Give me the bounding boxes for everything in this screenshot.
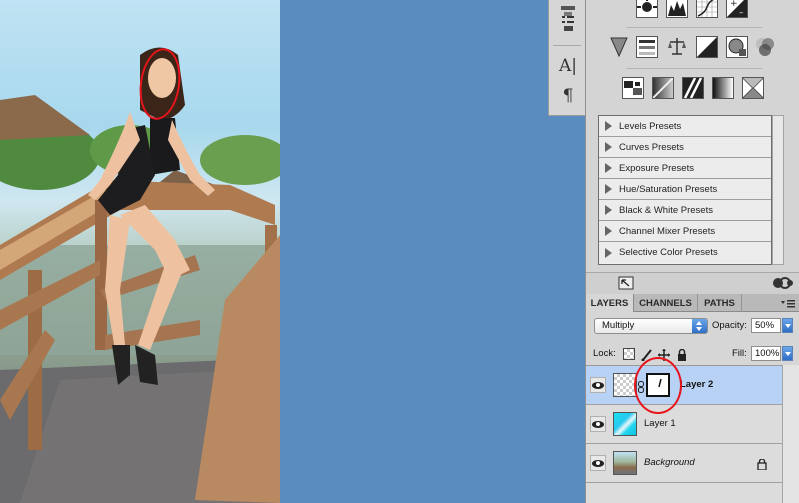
preset-hue-saturation[interactable]: Hue/Saturation Presets [599, 179, 771, 200]
layer-thumbnail[interactable] [613, 451, 637, 475]
vibrance-icon[interactable] [608, 36, 630, 58]
layer-row-layer-1[interactable]: Layer 1 [586, 405, 782, 444]
document-canvas[interactable] [0, 0, 280, 503]
preset-label: Black & White Presets [619, 204, 713, 216]
adjustment-presets-list: Levels Presets Curves Presets Exposure P… [598, 115, 772, 265]
layer-row-background[interactable]: Background [586, 444, 782, 483]
levels-icon[interactable] [666, 0, 688, 18]
disclosure-triangle-icon[interactable] [605, 142, 612, 152]
adjustments-panel: + – Levels Presets Curves Presets Exposur… [585, 0, 799, 294]
preset-selective-color[interactable]: Selective Color Presets [599, 242, 771, 263]
layers-panel: LAYERS CHANNELS PATHS Multiply Opacity: … [585, 294, 799, 503]
lock-label: Lock: [593, 348, 616, 359]
panel-dock-strip: A| ¶ [548, 0, 585, 116]
preset-label: Exposure Presets [619, 162, 694, 174]
return-to-list-icon[interactable] [618, 276, 634, 295]
workspace-background [280, 0, 585, 503]
disclosure-triangle-icon[interactable] [605, 184, 612, 194]
lock-position-icon[interactable] [658, 348, 670, 361]
tab-label: LAYERS [590, 297, 629, 309]
layer-name[interactable]: Background [644, 457, 695, 468]
character-panel-icon[interactable]: A| [557, 55, 579, 77]
preset-label: Hue/Saturation Presets [619, 183, 718, 195]
clip-to-layer-icon[interactable] [772, 276, 794, 295]
layer-name[interactable]: Layer 2 [680, 379, 713, 390]
blend-mode-select[interactable]: Multiply [594, 318, 708, 334]
preset-curves[interactable]: Curves Presets [599, 137, 771, 158]
brightness-contrast-icon[interactable] [636, 0, 658, 18]
threshold-icon[interactable] [682, 77, 704, 99]
tool-presets-icon[interactable] [557, 12, 579, 34]
tab-layers[interactable]: LAYERS [586, 294, 634, 312]
adjust-row-separator [626, 27, 762, 28]
preset-label: Selective Color Presets [619, 247, 718, 258]
layer-locked-icon [757, 457, 767, 475]
visibility-eye-icon[interactable] [590, 416, 606, 432]
visibility-eye-icon[interactable] [590, 377, 606, 393]
layers-scrollbar[interactable] [782, 365, 799, 503]
paragraph-panel-icon[interactable]: ¶ [557, 85, 579, 107]
preset-label: Levels Presets [619, 120, 682, 132]
layers-list: Layer 2 Layer 1 Background [586, 365, 782, 503]
svg-text:–: – [739, 8, 744, 17]
panel-menu-icon[interactable] [780, 297, 796, 315]
lock-all-icon[interactable] [676, 348, 688, 361]
tab-label: CHANNELS [639, 297, 692, 309]
disclosure-triangle-icon[interactable] [605, 205, 612, 215]
opacity-dropdown-button[interactable] [782, 318, 793, 333]
adjust-row-separator [626, 68, 762, 69]
tab-paths[interactable]: PATHS [698, 294, 742, 312]
photo-filter-icon[interactable] [726, 36, 748, 58]
link-chain-icon[interactable] [638, 380, 644, 398]
lock-image-pixels-icon[interactable] [641, 348, 653, 362]
layers-panel-tabs: LAYERS CHANNELS PATHS [586, 294, 799, 312]
tool-separator [553, 45, 581, 46]
color-balance-icon[interactable] [666, 36, 688, 58]
lock-transparent-pixels-icon[interactable] [623, 348, 635, 360]
channel-mixer-icon[interactable] [754, 36, 776, 58]
tab-channels[interactable]: CHANNELS [634, 294, 698, 312]
layer-thumbnail[interactable] [613, 373, 637, 397]
disclosure-triangle-icon[interactable] [605, 163, 612, 173]
layer-name[interactable]: Layer 1 [644, 418, 676, 429]
tab-label: PATHS [704, 297, 735, 309]
opacity-input[interactable]: 50% [751, 318, 781, 333]
layer-row-layer-2[interactable]: Layer 2 [586, 366, 782, 405]
preset-channel-mixer[interactable]: Channel Mixer Presets [599, 221, 771, 242]
preset-black-white[interactable]: Black & White Presets [599, 200, 771, 221]
preset-label: Curves Presets [619, 141, 684, 153]
exposure-icon[interactable]: + – [726, 0, 748, 18]
preset-label: Channel Mixer Presets [619, 225, 716, 237]
disclosure-triangle-icon[interactable] [605, 247, 612, 258]
fill-dropdown-button[interactable] [782, 346, 793, 361]
gradient-map-icon[interactable] [712, 77, 734, 99]
opacity-label: Opacity: [712, 320, 747, 331]
presets-scrollbar[interactable] [772, 115, 784, 265]
svg-text:+: + [730, 0, 738, 9]
layer-mask-thumbnail[interactable] [646, 373, 670, 397]
adjustments-footer [586, 272, 799, 294]
fill-input[interactable]: 100% [751, 346, 781, 361]
posterize-icon[interactable] [652, 77, 674, 99]
fill-label: Fill: [732, 348, 747, 359]
black-white-icon[interactable] [696, 36, 718, 58]
curves-icon[interactable] [696, 0, 718, 18]
preset-exposure[interactable]: Exposure Presets [599, 158, 771, 179]
disclosure-triangle-icon[interactable] [605, 121, 612, 131]
hue-saturation-icon[interactable] [636, 36, 658, 58]
disclosure-triangle-icon[interactable] [605, 226, 612, 236]
invert-icon[interactable] [622, 77, 644, 99]
blend-mode-arrows-icon[interactable] [692, 319, 707, 333]
visibility-eye-icon[interactable] [590, 455, 606, 471]
blend-mode-value: Multiply [602, 320, 635, 331]
photo-image [0, 47, 280, 503]
selective-color-icon[interactable] [742, 77, 764, 99]
layer-thumbnail[interactable] [613, 412, 637, 436]
preset-levels[interactable]: Levels Presets [599, 116, 771, 137]
